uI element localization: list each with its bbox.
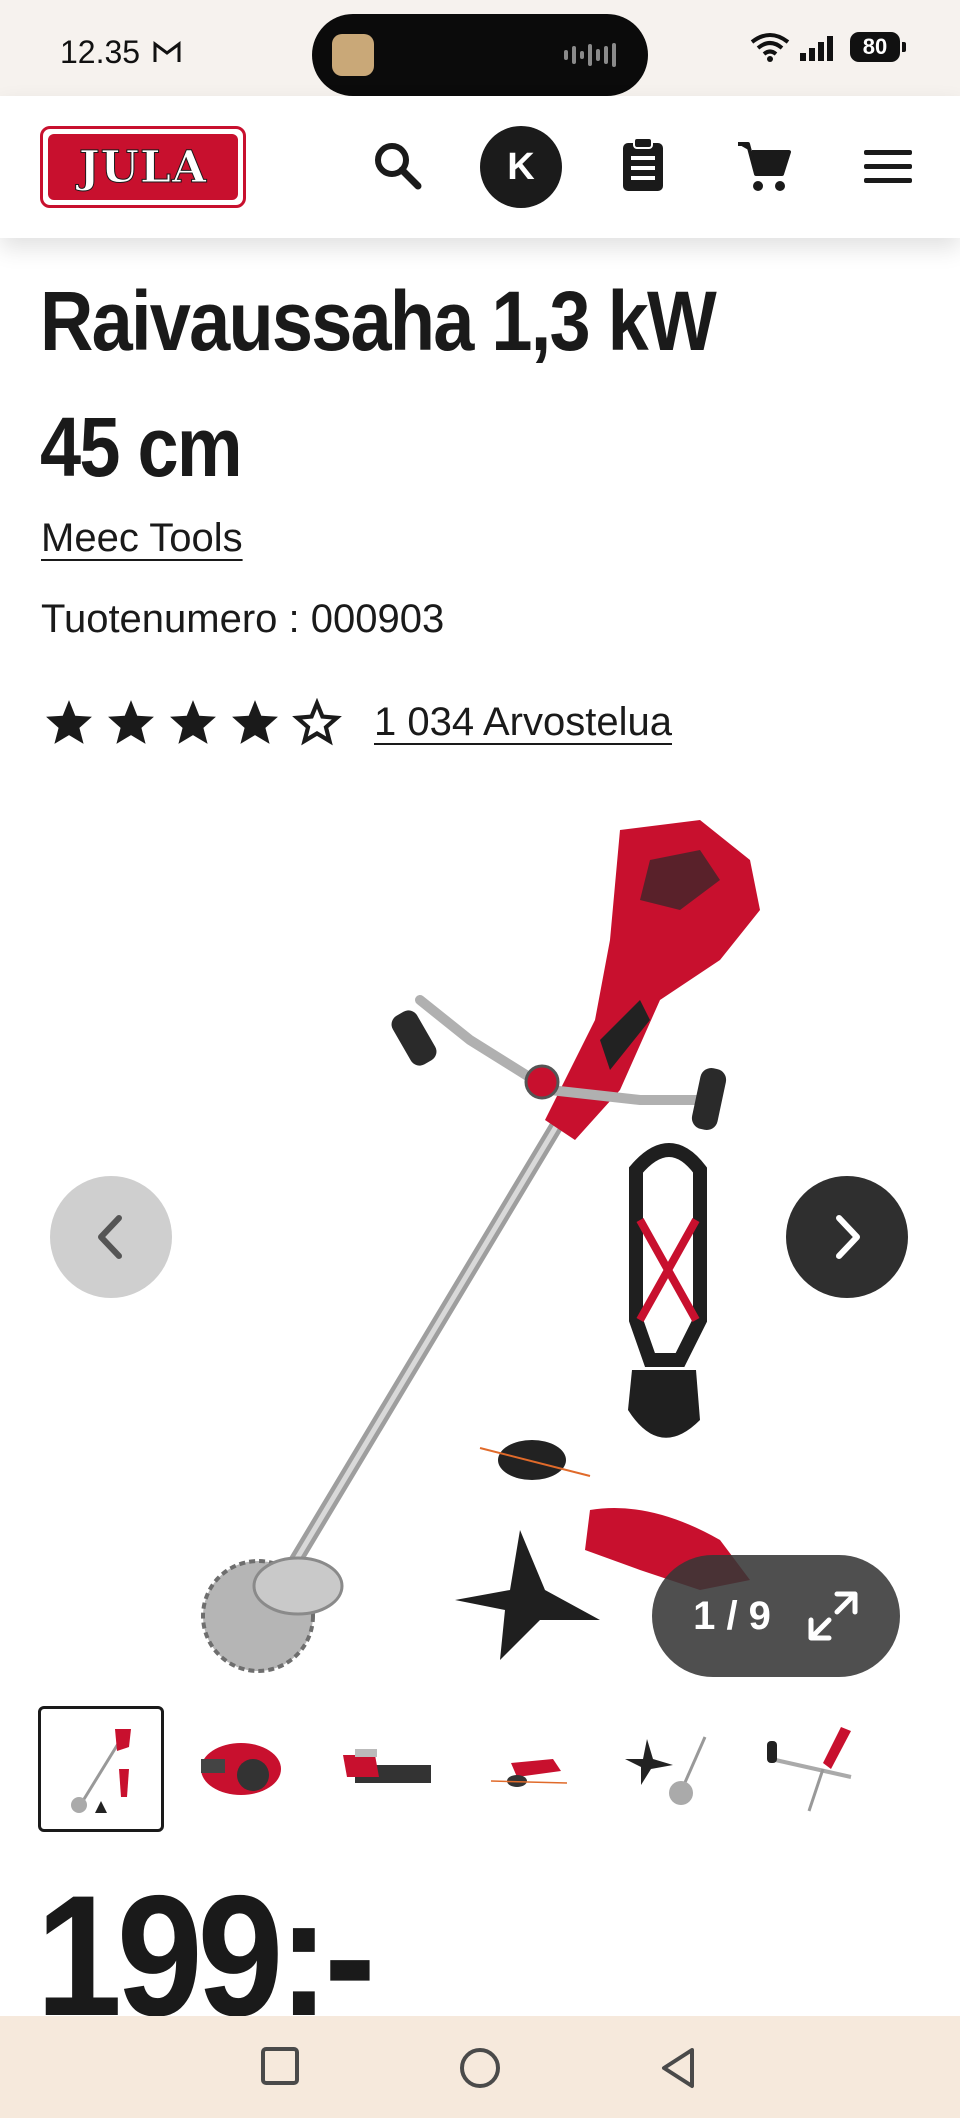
chevron-left-icon <box>98 1215 122 1259</box>
status-icons: 80 <box>750 32 906 62</box>
product-number: Tuotenumero : 000903 <box>41 597 445 641</box>
thumbnail-4[interactable] <box>464 1706 590 1832</box>
next-image-button[interactable] <box>786 1176 908 1298</box>
thumbnail-3[interactable] <box>322 1706 448 1832</box>
image-counter: 1 / 9 <box>693 1593 771 1638</box>
image-counter-fullscreen-button[interactable]: 1 / 9 <box>652 1555 900 1677</box>
wifi-icon <box>750 33 790 62</box>
signal-icon <box>800 36 833 61</box>
site-header: JULA K <box>0 96 960 238</box>
thumb-blade <box>625 1736 707 1805</box>
status-bar: 12.35 80 <box>0 0 960 96</box>
brand-link[interactable]: Meec Tools <box>41 516 243 561</box>
thumbnail-5[interactable] <box>606 1706 732 1832</box>
previous-image-button[interactable] <box>50 1176 172 1298</box>
rating-stars <box>44 698 342 746</box>
jula-logo[interactable]: JULA <box>40 126 246 208</box>
thumbnail-6[interactable] <box>748 1706 874 1832</box>
expand-icon <box>808 1591 858 1641</box>
star-full-icon <box>46 700 92 744</box>
reviews-link[interactable]: 1 034 Arvostelua <box>374 700 672 745</box>
back-icon[interactable] <box>658 2046 698 2090</box>
battery-indicator: 80 <box>850 32 906 62</box>
cart-icon[interactable] <box>736 138 792 194</box>
logo-text: JULA <box>48 134 238 200</box>
account-avatar-button[interactable]: K <box>480 126 562 208</box>
thumb-trimmer-head <box>490 1759 568 1787</box>
dynamic-island <box>312 14 648 96</box>
thumbnail-strip <box>38 1706 938 1834</box>
star-full-icon <box>108 700 154 744</box>
status-time: 12.35 <box>60 34 141 70</box>
thumbnail-2[interactable] <box>180 1706 306 1832</box>
product-title: Raivaussaha 1,3 kW 45 cm <box>40 274 717 494</box>
chevron-right-icon <box>836 1215 860 1259</box>
menu-icon[interactable] <box>864 148 912 184</box>
thumb-engine <box>201 1743 281 1795</box>
thumbnail-1[interactable] <box>38 1706 164 1832</box>
system-navigation-bar <box>0 2016 960 2118</box>
audio-waveform-icon <box>564 43 616 67</box>
thumb-trimmer-kit <box>71 1729 131 1813</box>
product-image-gallery[interactable]: 1 / 9 <box>0 800 960 1690</box>
star-half-icon <box>292 698 342 746</box>
thumb-shaft <box>343 1749 431 1783</box>
star-full-icon <box>170 700 216 744</box>
music-app-icon <box>332 34 374 76</box>
star-full-icon <box>232 700 278 744</box>
rating-row: 1 034 Arvostelua <box>44 698 672 746</box>
thumb-handle <box>767 1727 852 1812</box>
shopping-list-icon[interactable] <box>620 136 666 194</box>
home-icon[interactable] <box>458 2046 502 2090</box>
gmail-icon <box>153 41 181 62</box>
recents-icon[interactable] <box>260 2046 302 2088</box>
search-icon[interactable] <box>372 140 424 192</box>
